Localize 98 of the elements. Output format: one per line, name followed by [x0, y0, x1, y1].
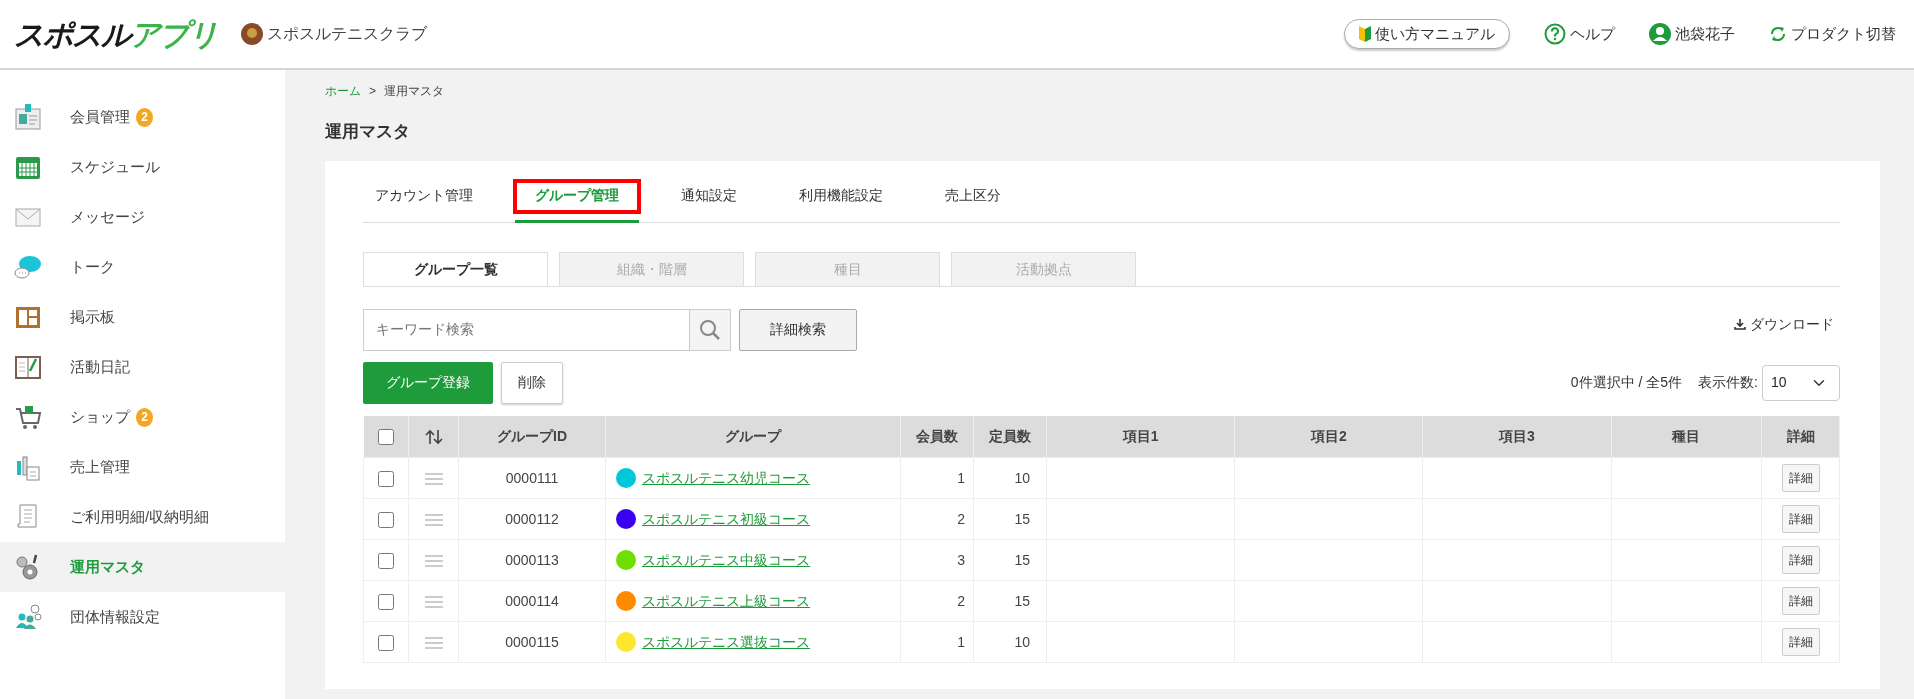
table-cell: 15	[973, 580, 1047, 622]
sidebar-label: ご利用明細/収納明細	[70, 506, 210, 527]
download-button[interactable]: ダウンロード	[1728, 312, 1840, 336]
sidebar-item[interactable]: 活動日記	[0, 342, 285, 392]
refresh-icon	[1769, 25, 1787, 43]
column-header: グループID	[458, 415, 606, 458]
row-checkbox[interactable]	[378, 593, 394, 610]
sidebar-label: ショップ	[70, 406, 130, 427]
sidebar-label: 会員管理	[70, 106, 130, 127]
column-header: 項目2	[1234, 415, 1423, 458]
sort-icon	[424, 429, 443, 446]
advanced-search-button[interactable]: 詳細検索	[739, 308, 857, 351]
row-checkbox[interactable]	[378, 552, 394, 569]
sidebar-item[interactable]: ショップ 2	[0, 392, 285, 442]
drag-handle-icon	[423, 512, 444, 527]
sidebar-item[interactable]: 団体情報設定	[0, 592, 285, 642]
table-cell: 10	[973, 621, 1047, 663]
page-size-select[interactable]: 10	[1762, 364, 1840, 401]
table-cell: 15	[973, 498, 1047, 540]
column-header: 定員数	[973, 415, 1047, 458]
delete-button[interactable]: 削除	[501, 361, 563, 404]
table-cell: 2	[900, 580, 974, 622]
sub-tab[interactable]: グループ一覧	[363, 251, 548, 286]
sidebar-item[interactable]: スケジュール	[0, 142, 285, 192]
table-cell: 3	[900, 539, 974, 581]
user-link[interactable]: 池袋花子	[1675, 22, 1735, 46]
breadcrumb-separator: >	[369, 83, 376, 100]
switch-link[interactable]: プロダクト切替	[1791, 22, 1896, 46]
selection-summary: 0件選択中 / 全5件	[1570, 373, 1683, 392]
sidebar-label: 活動日記	[70, 356, 130, 377]
row-checkbox[interactable]	[378, 470, 394, 487]
select-all-checkbox[interactable]	[377, 429, 394, 446]
sidebar-label: 売上管理	[70, 456, 130, 477]
beginner-mark-icon	[1359, 26, 1371, 42]
detail-button[interactable]: 詳細	[1781, 546, 1820, 574]
detail-button[interactable]: 詳細	[1781, 587, 1820, 615]
detail-button[interactable]: 詳細	[1781, 628, 1820, 656]
table-cell: 0000111	[458, 457, 606, 499]
detail-button[interactable]: 詳細	[1781, 505, 1820, 533]
count-badge: 2	[136, 407, 153, 427]
breadcrumb-current: 運用マスタ	[384, 83, 444, 100]
page-size-label: 表示件数:	[1698, 373, 1758, 392]
manual-button[interactable]: 使い方マニュアル	[1344, 18, 1510, 50]
sidebar-label: 掲示板	[70, 306, 115, 327]
tab[interactable]: 売上区分	[925, 170, 1021, 223]
help-link[interactable]: ヘルプ	[1570, 22, 1615, 46]
column-header: 項目3	[1422, 415, 1612, 458]
table-cell: 0000115	[458, 621, 606, 663]
count-badge: 2	[136, 107, 153, 127]
sidebar-label: 団体情報設定	[70, 606, 160, 627]
drag-handle-icon	[423, 635, 444, 650]
app-logo[interactable]: スポスルアプリ	[14, 11, 217, 57]
column-header: 詳細	[1761, 415, 1840, 458]
table-cell: 1	[900, 621, 974, 663]
table-cell: 1	[900, 457, 974, 499]
sidebar-label: 運用マスタ	[70, 556, 145, 577]
page-title: 運用マスタ	[325, 121, 411, 143]
club-emblem-icon	[241, 23, 263, 45]
table-cell: 0000114	[458, 580, 606, 622]
search-button[interactable]	[689, 308, 731, 351]
search-icon	[699, 318, 721, 341]
table-cell: 0000113	[458, 539, 606, 581]
register-button[interactable]: グループ登録	[363, 361, 493, 404]
column-header: 項目1	[1046, 415, 1235, 458]
column-header: 種目	[1611, 415, 1762, 458]
column-header: 会員数	[900, 415, 974, 458]
sidebar-item[interactable]: ご利用明細/収納明細	[0, 492, 285, 542]
sidebar-label: メッセージ	[70, 206, 145, 227]
sidebar-item[interactable]: メッセージ	[0, 192, 285, 242]
sidebar-item[interactable]: トーク	[0, 242, 285, 292]
diary-icon	[14, 353, 42, 381]
club-name: スポスルテニスクラブ	[267, 24, 427, 44]
row-checkbox[interactable]	[378, 511, 394, 528]
sidebar-label: スケジュール	[70, 156, 160, 177]
sidebar-item[interactable]: 売上管理	[0, 442, 285, 492]
tab[interactable]: 通知設定	[661, 170, 757, 223]
table-cell: 2	[900, 498, 974, 540]
row-checkbox[interactable]	[378, 634, 394, 651]
tab[interactable]: アカウント管理	[363, 170, 493, 223]
tab[interactable]: 利用機能設定	[779, 170, 903, 223]
sidebar-label: トーク	[70, 256, 115, 277]
detail-button[interactable]: 詳細	[1781, 464, 1820, 492]
shop-icon	[14, 403, 42, 431]
drag-handle-icon	[423, 594, 444, 609]
table-cell: 0000112	[458, 498, 606, 540]
user-icon	[1649, 23, 1671, 45]
sidebar-item[interactable]: 掲示板	[0, 292, 285, 342]
tab[interactable]: グループ管理	[515, 170, 639, 223]
talk-icon	[14, 253, 42, 281]
column-header: グループ	[605, 415, 901, 458]
help-icon	[1544, 23, 1566, 45]
drag-handle-icon	[423, 471, 444, 486]
drag-handle-icon	[423, 553, 444, 568]
sidebar-item[interactable]: 会員管理 2	[0, 92, 285, 142]
download-icon	[1734, 318, 1746, 330]
table-cell: 10	[973, 457, 1047, 499]
search-field[interactable]: キーワード検索	[363, 308, 689, 351]
table-cell: 15	[973, 539, 1047, 581]
